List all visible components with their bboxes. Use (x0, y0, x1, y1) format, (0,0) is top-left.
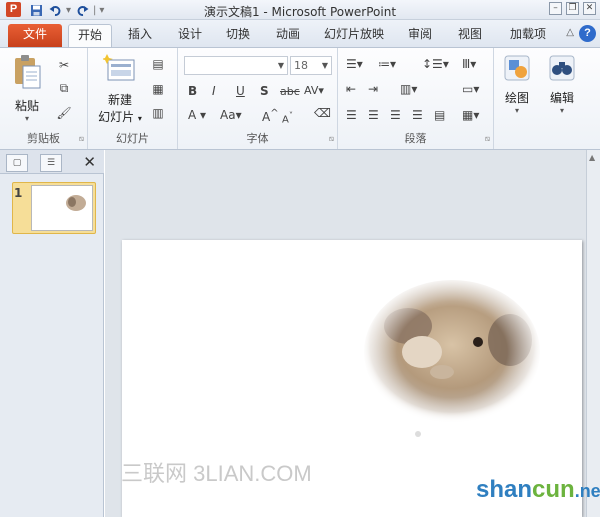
align-right-icon[interactable]: ☰ (390, 108, 401, 122)
slide-thumbnail-preview (31, 185, 93, 231)
title-bar: P ▾ | ▾ 演示文稿1 - Microsoft PowerPoint – ❐… (0, 0, 600, 20)
clear-formatting-icon[interactable]: ⌫ (314, 106, 331, 120)
font-launcher-icon[interactable]: ⧅ (329, 134, 334, 144)
tab-insert[interactable]: 插入 (118, 24, 162, 47)
watermark-shancun: shancun.net (476, 476, 600, 503)
text-direction-icon[interactable]: Ⅲ▾ (462, 57, 476, 71)
shapes-icon (498, 54, 536, 85)
distributed-icon[interactable]: ▤ (434, 108, 445, 122)
editing-dropdown-icon[interactable]: ▾ (542, 106, 582, 115)
font-name-combobox[interactable]: ▼ (184, 56, 288, 75)
columns-icon[interactable]: ▥▾ (400, 82, 417, 96)
char-spacing-icon[interactable]: AV▾ (304, 84, 324, 97)
slide-thumbnail[interactable] (12, 182, 96, 234)
restore-icon[interactable]: ❐ (566, 2, 579, 15)
new-slide-button[interactable]: 新建 幻灯片 ▾ (94, 54, 146, 125)
font-size-dropdown-icon[interactable]: ▼ (322, 57, 328, 74)
new-slide-icon (94, 54, 146, 87)
slides-pane: ▢ ☰ ✕ 1 (0, 150, 104, 517)
drawing-label: 绘图 (504, 91, 529, 105)
clipboard-launcher-icon[interactable]: ⧅ (79, 134, 84, 144)
editing-button[interactable]: 编辑 ▾ (542, 54, 582, 115)
ribbon: 粘贴 ▾ ✂ ⧉ 🖌 剪贴板 ⧅ 新建 幻灯片 ▾ ▤ ▦ ▥ 幻灯片 ▼ 18… (0, 47, 600, 150)
editing-label: 编辑 (549, 91, 574, 105)
bullets-icon[interactable]: ☰▾ (346, 57, 363, 71)
shrink-font-icon[interactable]: A˅ (282, 110, 293, 125)
tab-design[interactable]: 设计 (168, 24, 212, 47)
slides-group-label: 幻灯片 (116, 132, 149, 145)
watermark-3lian: 三联网 3LIAN.COM (121, 461, 312, 486)
collapse-ribbon-icon[interactable]: △ (566, 27, 574, 38)
line-spacing-icon[interactable]: ↕☰▾ (422, 57, 449, 71)
font-size-combobox[interactable]: 18 ▼ (290, 56, 332, 75)
slide-number: 1 (14, 186, 23, 200)
align-center-icon[interactable]: ☰ (368, 108, 379, 122)
tab-file[interactable]: 文件 (8, 24, 62, 47)
grow-font-icon[interactable]: A^ (262, 108, 279, 124)
clipboard-group-label: 剪贴板 (27, 132, 60, 145)
vertical-scrollbar[interactable]: ▲ (586, 150, 600, 517)
font-group-label: 字体 (246, 132, 269, 145)
reset-icon[interactable]: ▦ (150, 81, 166, 97)
paragraph-group-label: 段落 (404, 132, 427, 145)
increase-indent-icon[interactable]: ⇥ (368, 82, 378, 96)
window-controls: – ❐ ✕ (549, 2, 596, 15)
shadow-icon[interactable]: S (260, 84, 269, 98)
numbering-icon[interactable]: ≔▾ (378, 57, 396, 71)
slides-tab-icon[interactable]: ▢ (6, 154, 28, 172)
drawing-dropdown-icon[interactable]: ▾ (498, 106, 536, 115)
close-pane-icon[interactable]: ✕ (83, 153, 96, 171)
paste-icon (6, 54, 48, 93)
pane-tabs: ▢ ☰ ✕ (0, 150, 104, 174)
bold-icon[interactable]: B (188, 84, 197, 98)
tab-transitions[interactable]: 切换 (216, 24, 260, 47)
tab-animations[interactable]: 动画 (266, 24, 310, 47)
font-group: ▼ 18 ▼ B I U S abc AV▾ A ▾ Aa▾ A^ A˅ ⌫ 字体… (178, 48, 338, 149)
paste-button[interactable]: 粘贴 ▾ (6, 54, 48, 123)
tab-view[interactable]: 视图 (448, 24, 492, 47)
paste-label: 粘贴 (14, 99, 39, 113)
drawing-group: 绘图 ▾ (494, 48, 540, 149)
minimize-icon[interactable]: – (549, 2, 562, 15)
smartart-icon[interactable]: ▦▾ (462, 108, 479, 122)
align-left-icon[interactable]: ☰ (346, 108, 357, 122)
underline-icon[interactable]: U (236, 84, 245, 98)
copy-icon[interactable]: ⧉ (56, 80, 72, 96)
editing-group: 编辑 ▾ (540, 48, 586, 149)
help-icon[interactable]: ? (579, 25, 596, 42)
decrease-indent-icon[interactable]: ⇤ (346, 82, 356, 96)
paragraph-launcher-icon[interactable]: ⧅ (485, 134, 490, 144)
clipboard-group: 粘贴 ▾ ✂ ⧉ 🖌 剪贴板 ⧅ (0, 48, 88, 149)
italic-icon[interactable]: I (212, 84, 216, 98)
binoculars-icon (542, 54, 582, 85)
window-title: 演示文稿1 - Microsoft PowerPoint (203, 5, 397, 19)
tab-home[interactable]: 开始 (68, 24, 112, 47)
format-painter-icon[interactable]: 🖌 (56, 105, 72, 121)
close-icon[interactable]: ✕ (583, 2, 596, 15)
new-slide-label-2: 幻灯片 ▾ (98, 110, 142, 124)
paragraph-group: ☰▾ ≔▾ ↕☰▾ Ⅲ▾ ⇤ ⇥ ▥▾ ▭▾ ☰ ☰ ☰ ☰ ▤ ▦▾ 段落 ⧅ (338, 48, 494, 149)
ribbon-tabs: 文件 开始 插入 设计 切换 动画 幻灯片放映 审阅 视图 加载项 △ ? (0, 20, 600, 47)
tab-slideshow[interactable]: 幻灯片放映 (318, 24, 390, 47)
change-case-icon[interactable]: Aa▾ (220, 108, 242, 122)
justify-icon[interactable]: ☰ (412, 108, 423, 122)
font-color-icon[interactable]: A ▾ (188, 108, 206, 122)
slides-group: 新建 幻灯片 ▾ ▤ ▦ ▥ 幻灯片 (88, 48, 178, 149)
align-text-icon[interactable]: ▭▾ (462, 82, 479, 96)
outline-tab-icon[interactable]: ☰ (40, 154, 62, 172)
new-slide-label-1: 新建 (107, 93, 132, 107)
drawing-button[interactable]: 绘图 ▾ (498, 54, 536, 115)
cut-icon[interactable]: ✂ (56, 57, 72, 73)
tab-review[interactable]: 审阅 (398, 24, 442, 47)
paste-dropdown-icon[interactable]: ▾ (6, 114, 48, 123)
font-name-dropdown-icon[interactable]: ▼ (278, 57, 284, 74)
scroll-up-icon[interactable]: ▲ (589, 153, 595, 162)
layout-icon[interactable]: ▤ (150, 56, 166, 72)
section-icon[interactable]: ▥ (150, 105, 166, 121)
tab-addins[interactable]: 加载项 (500, 24, 556, 47)
strikethrough-icon[interactable]: abc (280, 85, 300, 98)
